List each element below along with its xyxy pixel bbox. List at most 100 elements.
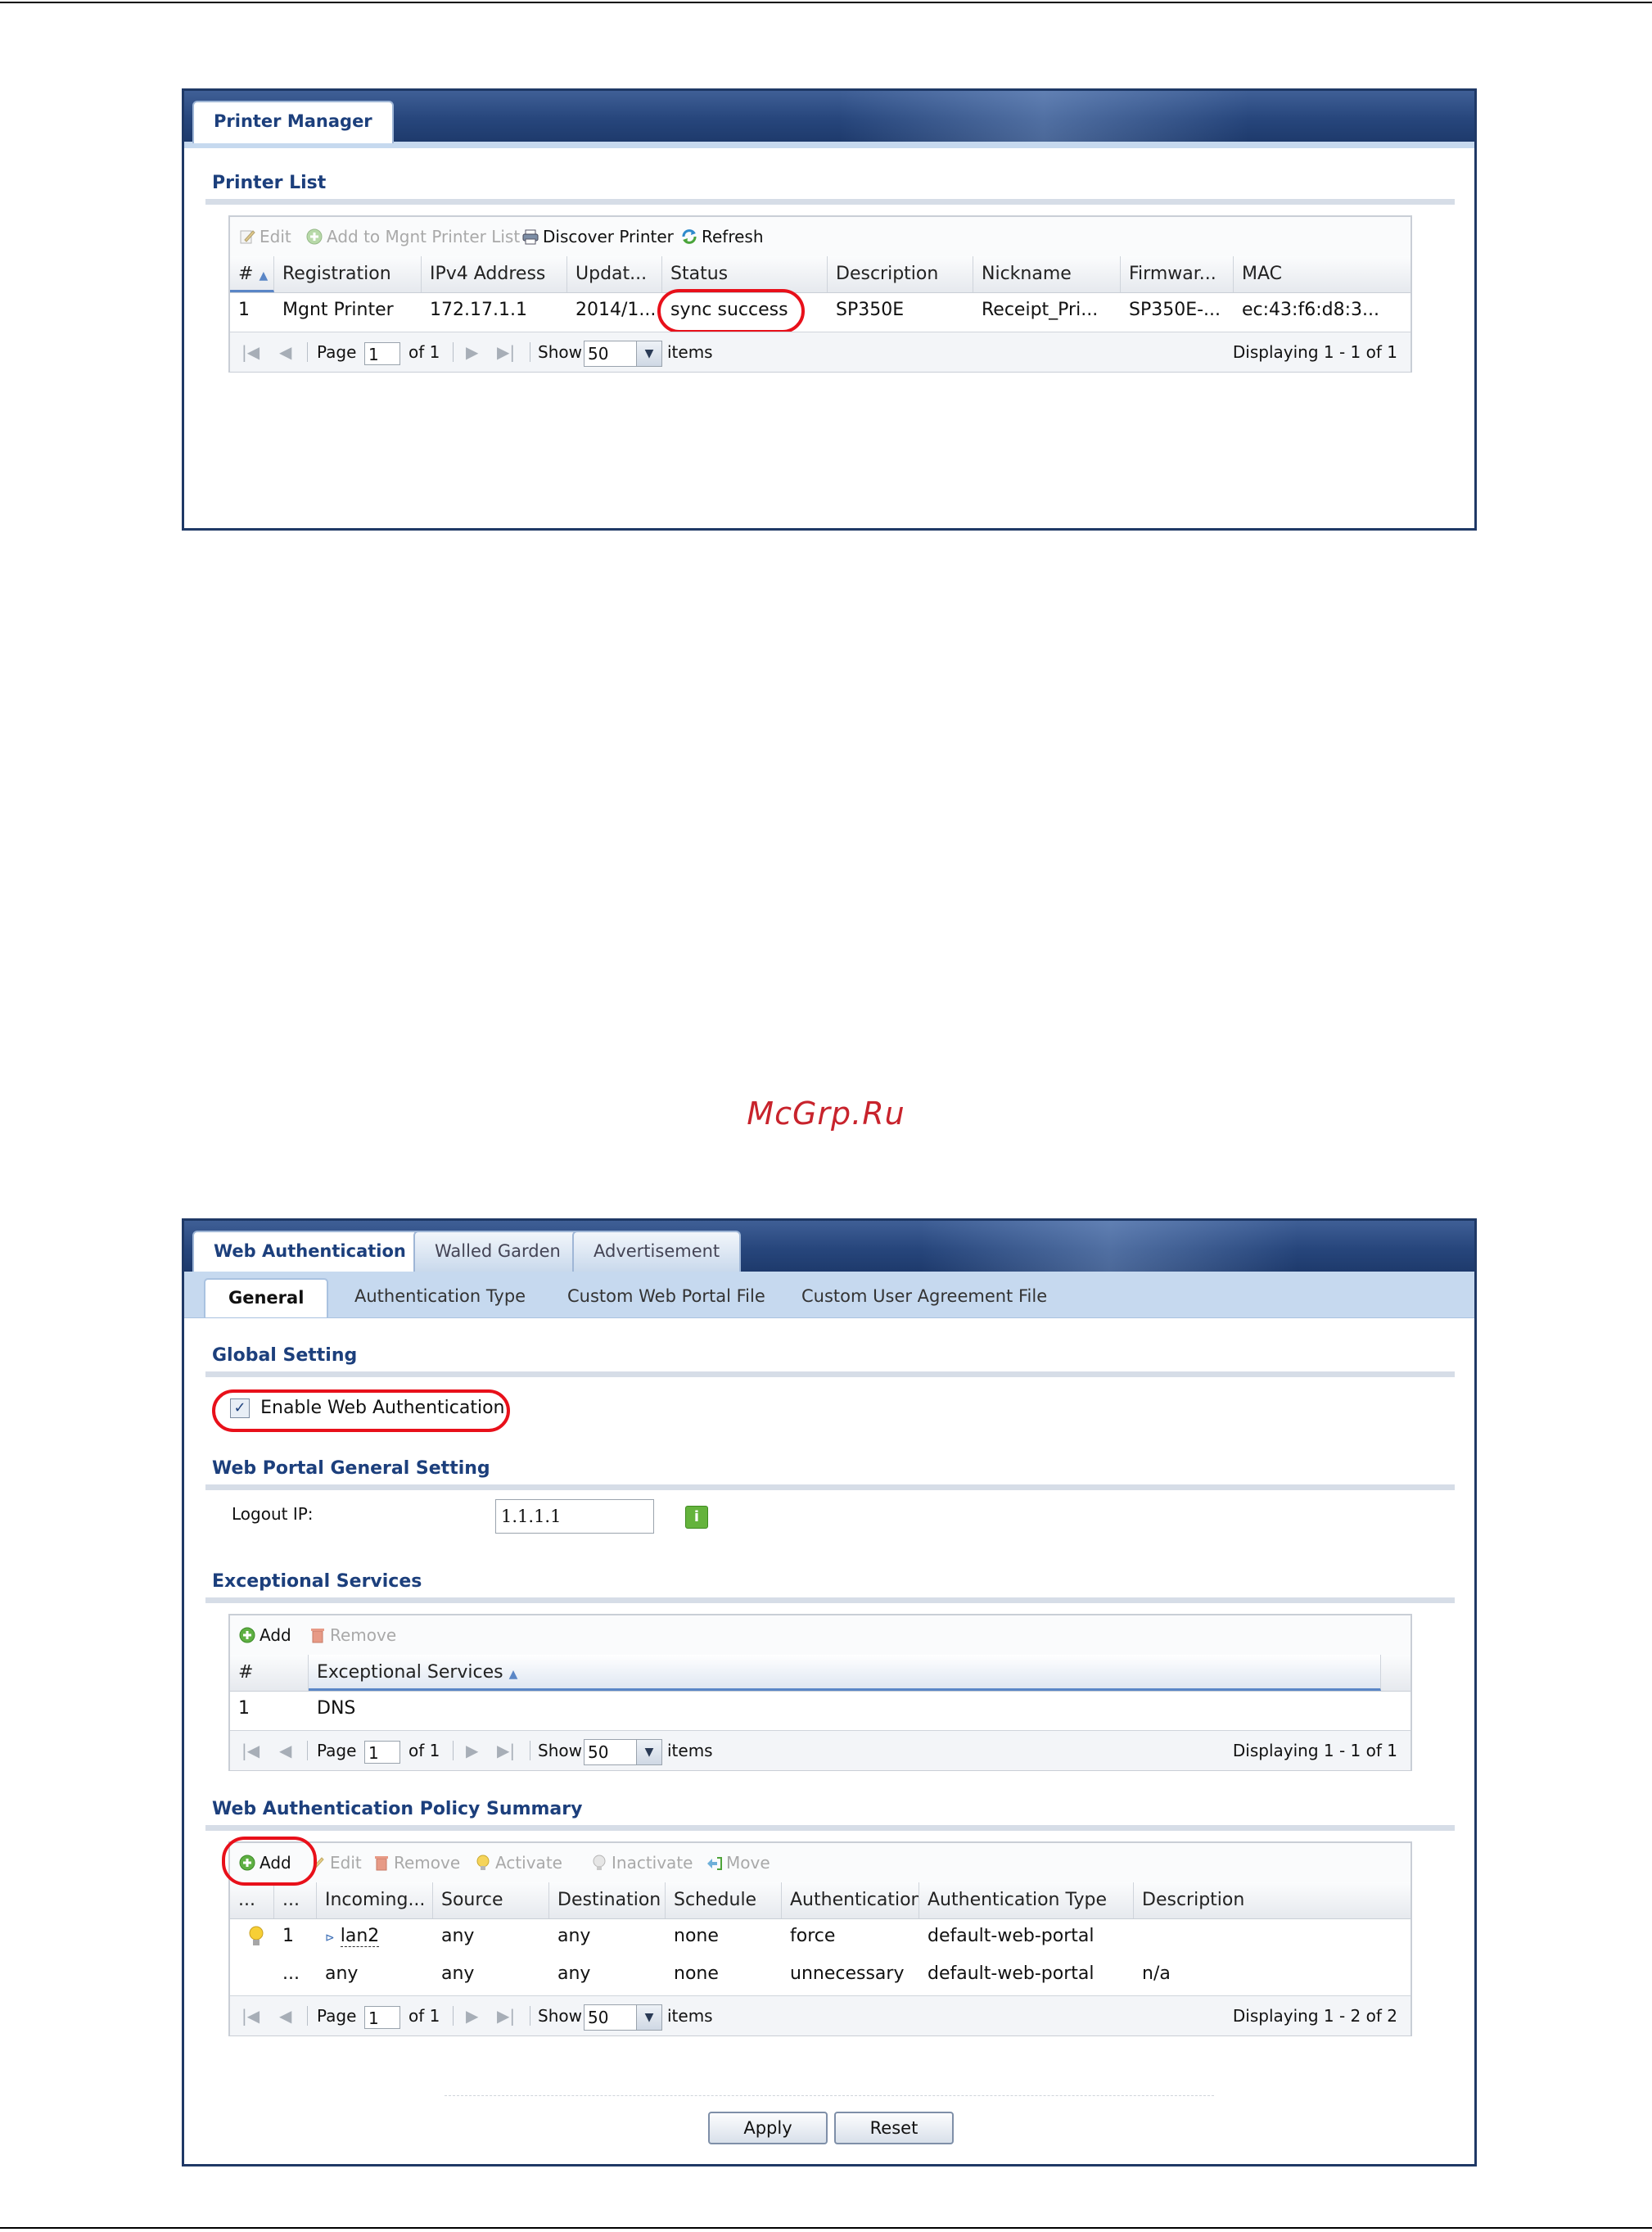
displaying-count: Displaying 1 - 2 of 2 [1232, 2006, 1397, 2026]
last-page-icon[interactable]: ▶| [497, 1731, 515, 1770]
policy-pager: |◀ ◀ Page 1 of 1 ▶ ▶| Show 50 ▼ items Dis… [230, 1995, 1411, 2035]
next-page-icon[interactable]: ▶ [466, 332, 478, 372]
tab-printer-manager[interactable]: Printer Manager [192, 101, 394, 143]
add-to-mgnt-printer-list-button[interactable]: Add to Mgnt Printer List [305, 217, 520, 256]
last-page-icon[interactable]: ▶| [497, 332, 515, 372]
exceptional-services-title: Exceptional Services [212, 1571, 422, 1592]
reset-button[interactable]: Reset [834, 2112, 954, 2144]
col-description[interactable]: Description [1134, 1882, 1411, 1918]
bottom-rule [0, 2227, 1652, 2229]
inactivate-button[interactable]: Inactivate [590, 1843, 693, 1882]
col-mac[interactable]: MAC [1234, 256, 1411, 292]
prev-page-icon[interactable]: ◀ [279, 1731, 291, 1770]
col-incoming[interactable]: Incoming... [317, 1882, 433, 1918]
page-number-input[interactable]: 1 [364, 342, 400, 365]
col-ipv4-address[interactable]: IPv4 Address [422, 256, 567, 292]
displaying-count: Displaying 1 - 1 of 1 [1232, 342, 1397, 362]
prev-page-icon[interactable]: ◀ [279, 332, 291, 372]
chevron-down-icon: ▼ [636, 2005, 661, 2030]
table-row[interactable]: ... any any any none unnecessary default… [230, 1956, 1411, 1992]
col-source[interactable]: Source [433, 1882, 549, 1918]
logout-ip-input[interactable]: 1.1.1.1 [495, 1499, 654, 1534]
watermark: McGrp.Ru [747, 1096, 905, 1132]
logout-ip-label: Logout IP: [232, 1504, 314, 1524]
refresh-icon [682, 228, 697, 244]
chevron-down-icon: ▼ [636, 341, 661, 366]
table-row[interactable]: 1 Mgnt Printer 172.17.1.1 2014/1... sync… [230, 292, 1411, 328]
add-button[interactable]: Add [238, 1615, 291, 1655]
col-nickname[interactable]: Nickname [973, 256, 1121, 292]
incoming-interface-link[interactable]: lan2 [340, 1926, 380, 1947]
refresh-button[interactable]: Refresh [680, 217, 764, 256]
chevron-down-icon: ▼ [636, 1740, 661, 1764]
printer-icon [522, 229, 539, 244]
next-page-icon[interactable]: ▶ [466, 1996, 478, 2035]
printer-list-divider [205, 199, 1455, 205]
col-firmware[interactable]: Firmwar... [1121, 256, 1234, 292]
add-policy-highlight-circle [222, 1837, 317, 1886]
displaying-count: Displaying 1 - 1 of 1 [1232, 1741, 1397, 1760]
prev-page-icon[interactable]: ◀ [279, 1996, 291, 2035]
remove-button[interactable]: Remove [372, 1843, 460, 1882]
lightbulb-off-icon [593, 1855, 606, 1870]
col-status[interactable]: Status [662, 256, 828, 292]
col-schedule[interactable]: Schedule [666, 1882, 782, 1918]
items-per-page-select[interactable]: 50 ▼ [584, 2004, 662, 2031]
subtab-custom-web-portal-file[interactable]: Custom Web Portal File [567, 1278, 765, 1317]
page-number-input[interactable]: 1 [364, 1741, 400, 1764]
interface-icon: ⊳ [325, 1932, 335, 1945]
page-number-input[interactable]: 1 [364, 2006, 400, 2029]
trash-icon [375, 1855, 388, 1870]
printer-toolbar: Edit Add to Mgnt Printer List Discover P… [230, 217, 1411, 257]
web-authentication-window: Web Authentication Walled Garden Adverti… [182, 1218, 1477, 2166]
discover-printer-button[interactable]: Discover Printer [521, 217, 674, 256]
tab-advertisement[interactable]: Advertisement [572, 1231, 742, 1272]
items-per-page-select[interactable]: 50 ▼ [584, 1739, 662, 1765]
policy-summary-grid: Add Edit Remove Activate Inactivate Move… [228, 1841, 1412, 2036]
first-page-icon[interactable]: |◀ [241, 332, 260, 372]
subtab-custom-user-agreement-file[interactable]: Custom User Agreement File [801, 1278, 1047, 1317]
col-description[interactable]: Description [828, 256, 973, 292]
tab-walled-garden[interactable]: Walled Garden [413, 1231, 582, 1272]
move-button[interactable]: Move [705, 1843, 770, 1882]
trash-icon [311, 1628, 324, 1642]
col-registration[interactable]: Registration [274, 256, 422, 292]
last-page-icon[interactable]: ▶| [497, 1996, 515, 2035]
col-authentication[interactable]: Authentication [782, 1882, 919, 1918]
table-row[interactable]: 1 DNS [230, 1691, 1411, 1727]
col-exceptional-services[interactable]: Exceptional Services ▲ [309, 1655, 1381, 1691]
col-authentication-type[interactable]: Authentication Type [919, 1882, 1134, 1918]
activate-button[interactable]: Activate [474, 1843, 562, 1882]
col-number[interactable]: # ▲ [230, 256, 274, 292]
remove-button[interactable]: Remove [309, 1615, 396, 1655]
subtab-general[interactable]: General [204, 1278, 329, 1317]
col-update[interactable]: Updat... [567, 256, 662, 292]
status-highlight-circle [657, 289, 805, 333]
col-priority[interactable]: ... [274, 1882, 317, 1918]
subtab-authentication-type[interactable]: Authentication Type [354, 1278, 526, 1317]
col-destination[interactable]: Destination [549, 1882, 666, 1918]
add-icon [239, 1627, 255, 1642]
exceptional-pager: |◀ ◀ Page 1 of 1 ▶ ▶| Show 50 ▼ items Dis… [230, 1730, 1411, 1770]
info-icon[interactable]: i [685, 1506, 708, 1529]
global-setting-title: Global Setting [212, 1345, 358, 1366]
printer-table-header: # ▲ Registration IPv4 Address Updat... S… [230, 256, 1411, 293]
first-page-icon[interactable]: |◀ [241, 1731, 260, 1770]
tab-web-authentication[interactable]: Web Authentication [192, 1231, 427, 1273]
policy-summary-title: Web Authentication Policy Summary [212, 1799, 583, 1819]
apply-button[interactable]: Apply [708, 2112, 828, 2144]
table-row[interactable]: 1 ⊳ lan2 any any none force default-web-… [230, 1918, 1411, 1954]
col-number[interactable]: # [230, 1655, 309, 1691]
edit-icon [240, 229, 255, 243]
button-divider [445, 2095, 1214, 2097]
edit-button[interactable]: Edit [238, 217, 291, 256]
lightbulb-on-icon [476, 1855, 490, 1870]
next-page-icon[interactable]: ▶ [466, 1731, 478, 1770]
enable-highlight-circle [212, 1389, 510, 1432]
printer-list-grid: Edit Add to Mgnt Printer List Discover P… [228, 215, 1412, 373]
subtab-bar: General Authentication Type Custom Web P… [184, 1272, 1474, 1318]
items-per-page-select[interactable]: 50 ▼ [584, 341, 662, 367]
move-icon [707, 1856, 722, 1870]
col-status-icon[interactable]: ... [230, 1882, 274, 1918]
first-page-icon[interactable]: |◀ [241, 1996, 260, 2035]
